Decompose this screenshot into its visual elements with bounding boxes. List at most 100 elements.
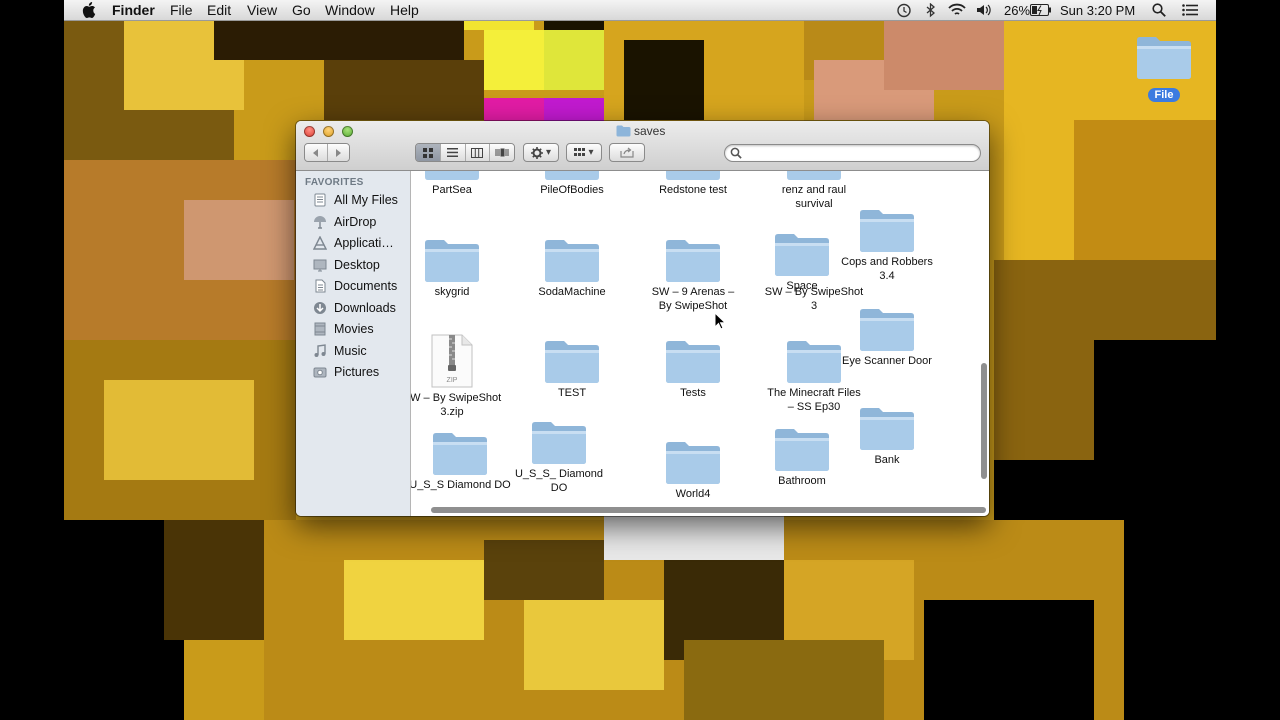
file-item[interactable]: Tests bbox=[633, 338, 753, 400]
sidebar-item-label: Movies bbox=[334, 322, 374, 336]
battery-percent[interactable]: 26% bbox=[1004, 2, 1030, 19]
spotlight-search-icon[interactable] bbox=[1152, 3, 1166, 17]
file-item[interactable]: The Minecraft Files – SS Ep30 bbox=[754, 338, 874, 414]
sidebar-item-airdrop[interactable]: AirDrop bbox=[312, 212, 410, 232]
file-name: SW – By SwipeShot 3.zip bbox=[411, 392, 502, 418]
menu-edit[interactable]: Edit bbox=[207, 2, 231, 19]
folder-icon bbox=[545, 341, 599, 383]
movies-icon bbox=[312, 321, 328, 337]
action-menu-button[interactable]: ▾ bbox=[523, 143, 559, 162]
sidebar-item-label: Pictures bbox=[334, 365, 380, 379]
sidebar-item-music[interactable]: Music bbox=[312, 341, 410, 361]
applications-icon bbox=[312, 235, 328, 251]
back-arrow-icon bbox=[312, 148, 318, 157]
battery-icon[interactable] bbox=[1030, 4, 1052, 16]
desktop-file-label: File bbox=[1147, 88, 1181, 102]
folder-icon bbox=[666, 341, 720, 383]
zoom-button[interactable] bbox=[342, 126, 353, 137]
search-input[interactable] bbox=[724, 144, 981, 162]
file-name: Bathroom bbox=[778, 475, 826, 487]
file-name: TEST bbox=[557, 387, 587, 399]
file-item[interactable]: SW – By SwipeShot 3 bbox=[754, 237, 874, 313]
back-forward-control bbox=[304, 143, 350, 162]
file-item[interactable]: renz and raul survival bbox=[754, 171, 874, 211]
folder-icon bbox=[787, 171, 841, 180]
minimize-button[interactable] bbox=[323, 126, 334, 137]
apple-menu-icon[interactable] bbox=[82, 2, 96, 18]
file-item[interactable]: SW – 9 Arenas – By SwipeShot bbox=[633, 237, 753, 313]
menu-file[interactable]: File bbox=[170, 2, 193, 19]
file-item[interactable]: PartSea bbox=[411, 171, 512, 197]
menu-help[interactable]: Help bbox=[390, 2, 419, 19]
search-icon bbox=[730, 147, 742, 159]
sidebar-item-desktop[interactable]: Desktop bbox=[312, 255, 410, 275]
folder-icon bbox=[532, 422, 586, 464]
zip-file-icon: ZIP bbox=[431, 334, 473, 388]
arrange-menu-button[interactable]: ▾ bbox=[566, 143, 602, 162]
vertical-scrollbar[interactable] bbox=[981, 363, 987, 479]
menu-go[interactable]: Go bbox=[292, 2, 311, 19]
cover-flow-icon bbox=[495, 148, 509, 157]
file-item[interactable]: ZIP SW – By SwipeShot 3.zip bbox=[411, 333, 512, 419]
file-name: SodaMachine bbox=[538, 286, 606, 298]
file-item[interactable]: Redstone test bbox=[633, 171, 753, 197]
gear-icon bbox=[530, 146, 543, 159]
column-view-button[interactable] bbox=[465, 144, 491, 161]
folder-icon bbox=[1137, 37, 1191, 79]
sidebar-item-label: AirDrop bbox=[334, 215, 377, 229]
folder-icon bbox=[425, 240, 479, 282]
forward-button[interactable] bbox=[327, 144, 349, 161]
sidebar-item-label: Applicati… bbox=[334, 236, 394, 250]
folder-icon bbox=[433, 433, 487, 475]
volume-icon[interactable] bbox=[976, 3, 992, 17]
folder-icon bbox=[545, 240, 599, 282]
file-item[interactable]: SodaMachine bbox=[512, 237, 632, 299]
desktop-icon bbox=[312, 257, 328, 273]
file-name: Tests bbox=[680, 387, 706, 399]
sidebar-item-label: Documents bbox=[334, 279, 398, 293]
time-machine-icon[interactable] bbox=[896, 3, 912, 18]
sidebar-item-downloads[interactable]: Downloads bbox=[312, 298, 410, 318]
file-name: Redstone test bbox=[659, 184, 727, 196]
sidebar-item-documents[interactable]: Documents bbox=[312, 276, 410, 296]
folder-icon bbox=[666, 240, 720, 282]
close-button[interactable] bbox=[304, 126, 315, 137]
file-item[interactable]: Bathroom bbox=[742, 426, 862, 488]
desktop-file-item[interactable]: File bbox=[1134, 34, 1194, 103]
sidebar-item-label: Desktop bbox=[334, 258, 380, 272]
cover-flow-button[interactable] bbox=[490, 144, 514, 161]
folder-icon bbox=[775, 429, 829, 471]
menu-view[interactable]: View bbox=[247, 2, 277, 19]
finder-window: saves ▾ ▾ FAVORITES All My Files AirDrop… bbox=[296, 121, 989, 516]
file-browser: PartSea PileOfBodies Redstone test renz … bbox=[411, 171, 989, 516]
notification-center-icon[interactable] bbox=[1182, 4, 1198, 16]
folder-icon bbox=[616, 125, 631, 137]
share-icon bbox=[620, 147, 634, 158]
menu-window[interactable]: Window bbox=[325, 2, 375, 19]
list-view-button[interactable] bbox=[440, 144, 466, 161]
sidebar-item-movies[interactable]: Movies bbox=[312, 319, 410, 339]
sidebar-item-applications[interactable]: Applicati… bbox=[312, 233, 410, 253]
file-name: PileOfBodies bbox=[540, 184, 604, 196]
bluetooth-icon[interactable] bbox=[926, 3, 936, 18]
clock[interactable]: Sun 3:20 PM bbox=[1060, 2, 1135, 19]
wifi-icon[interactable] bbox=[948, 3, 966, 17]
icon-view-button[interactable] bbox=[416, 144, 441, 161]
file-item[interactable]: skygrid bbox=[411, 237, 512, 299]
window-toolbar: saves ▾ ▾ bbox=[296, 121, 989, 171]
back-button[interactable] bbox=[305, 144, 328, 161]
file-item[interactable]: World4 bbox=[633, 439, 753, 501]
mouse-cursor-icon bbox=[714, 312, 726, 330]
forward-arrow-icon bbox=[336, 148, 342, 157]
menu-app-name[interactable]: Finder bbox=[112, 2, 155, 19]
horizontal-scrollbar[interactable] bbox=[431, 507, 986, 513]
share-button[interactable] bbox=[609, 143, 645, 162]
folder-icon bbox=[425, 171, 479, 180]
zip-badge: ZIP bbox=[447, 377, 458, 384]
folder-icon bbox=[787, 341, 841, 383]
sidebar-item-pictures[interactable]: Pictures bbox=[312, 362, 410, 382]
file-item[interactable]: TEST bbox=[512, 338, 632, 400]
file-item[interactable]: PileOfBodies bbox=[512, 171, 632, 197]
sidebar-item-all-my-files[interactable]: All My Files bbox=[312, 190, 410, 210]
file-item[interactable]: U_S_S_ Diamond DO bbox=[499, 419, 619, 495]
